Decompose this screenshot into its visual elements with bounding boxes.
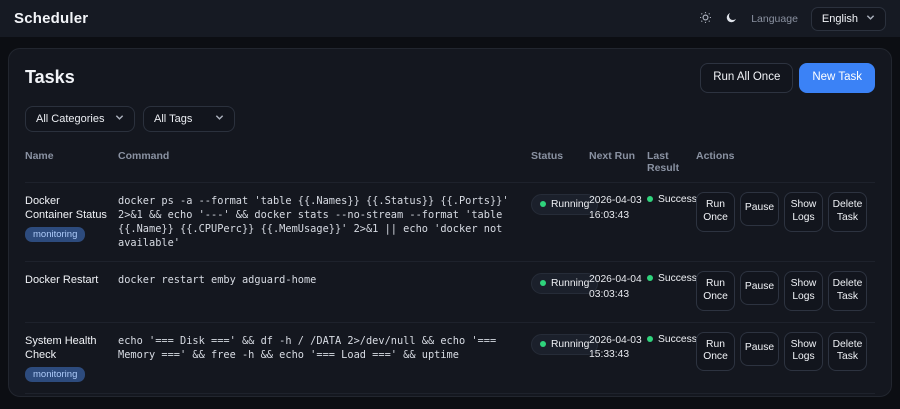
tag-filter-value: All Tags — [154, 113, 192, 125]
status-label: Running — [551, 199, 589, 210]
next-run-cell: 2026-04-04 03:03:43 — [589, 262, 647, 322]
status-cell: Running — [531, 262, 589, 322]
task-command: find /tmp -type f -mtime +7 -delete 2>/d… — [118, 394, 531, 397]
next-run-cell: 2026-04-03 15:33:43 — [589, 323, 647, 394]
status-label: Running — [551, 339, 589, 350]
topbar-controls: Language English — [699, 7, 886, 31]
tasks-card-header: Tasks Run All Once New Task — [25, 63, 875, 93]
table-row: Docker Container Status monitoring docke… — [25, 183, 875, 262]
tasks-title: Tasks — [25, 67, 75, 88]
show-logs-button[interactable]: Show Logs — [784, 332, 823, 372]
pause-button[interactable]: Pause — [740, 192, 779, 226]
next-run-time: 03:03:43 — [589, 288, 639, 303]
last-result-cell: Success — [647, 394, 696, 397]
task-tag-badge: monitoring — [25, 227, 85, 242]
table-row: Docker Restart docker restart emby adgua… — [25, 262, 875, 323]
task-actions: Run OncePauseShow LogsDelete Task — [696, 394, 875, 397]
delete-task-button[interactable]: Delete Task — [828, 192, 867, 232]
status-dot-icon — [540, 341, 546, 347]
delete-task-button[interactable]: Delete Task — [828, 332, 867, 372]
last-result-badge: Success — [647, 194, 688, 205]
chevron-down-icon — [215, 113, 224, 125]
moon-icon — [725, 11, 738, 27]
status-dot-icon — [540, 280, 546, 286]
next-run-time: 15:33:43 — [589, 348, 639, 363]
chevron-down-icon — [115, 113, 124, 125]
app-title: Scheduler — [14, 10, 88, 27]
task-name: Docker Restart — [25, 273, 110, 287]
status-cell: Running — [531, 323, 589, 394]
table-row: Cleanup Temp Files maintenance find /tmp… — [25, 394, 875, 397]
pause-button[interactable]: Pause — [740, 271, 779, 305]
column-header-last-result: Last Result — [647, 140, 696, 182]
column-header-command: Command — [118, 140, 531, 182]
task-command: docker restart emby adguard-home — [118, 262, 531, 322]
last-result-label: Success — [658, 334, 697, 345]
last-result-cell: Success — [647, 183, 696, 261]
result-dot-icon — [647, 336, 653, 342]
category-filter-value: All Categories — [36, 113, 104, 125]
next-run-date: 2026-04-03 — [589, 194, 639, 209]
run-once-button[interactable]: Run Once — [696, 271, 735, 311]
last-result-label: Success — [658, 273, 697, 284]
tasks-table: Name Command Status Next Run Last Result… — [25, 140, 875, 397]
column-header-actions: Actions — [696, 140, 875, 182]
last-result-cell: Success — [647, 262, 696, 322]
name-cell: Cleanup Temp Files maintenance — [25, 394, 118, 397]
status-dot-icon — [540, 201, 546, 207]
show-logs-button[interactable]: Show Logs — [784, 192, 823, 232]
task-name: Docker Container Status — [25, 194, 110, 223]
column-header-next-run: Next Run — [589, 140, 647, 182]
name-cell: System Health Check monitoring — [25, 323, 118, 394]
result-dot-icon — [647, 275, 653, 281]
language-select[interactable]: English — [811, 7, 886, 31]
task-actions: Run OncePauseShow LogsDelete Task — [696, 262, 875, 322]
run-once-button[interactable]: Run Once — [696, 192, 735, 232]
column-header-name: Name — [25, 140, 118, 182]
next-run-date: 2026-04-04 — [589, 273, 639, 288]
category-filter-select[interactable]: All Categories — [25, 106, 135, 132]
table-row: System Health Check monitoring echo '===… — [25, 323, 875, 395]
result-dot-icon — [647, 196, 653, 202]
task-actions: Run OncePauseShow LogsDelete Task — [696, 183, 875, 261]
last-result-badge: Success — [647, 334, 688, 345]
task-command: echo '=== Disk ===' && df -h / /DATA 2>/… — [118, 323, 531, 394]
name-cell: Docker Restart — [25, 262, 118, 322]
delete-task-button[interactable]: Delete Task — [828, 271, 867, 311]
filters: All Categories All Tags — [25, 106, 875, 132]
chevron-down-icon — [866, 13, 875, 25]
new-task-button[interactable]: New Task — [799, 63, 875, 93]
last-result-badge: Success — [647, 273, 688, 284]
next-run-cell: 2026-04-04 04:00:00 — [589, 394, 647, 397]
task-actions: Run OncePauseShow LogsDelete Task — [696, 323, 875, 394]
task-command: docker ps -a --format 'table {{.Names}} … — [118, 183, 531, 261]
name-cell: Docker Container Status monitoring — [25, 183, 118, 261]
theme-dark-toggle[interactable] — [725, 11, 738, 27]
table-header-row: Name Command Status Next Run Last Result… — [25, 140, 875, 183]
pause-button[interactable]: Pause — [740, 332, 779, 366]
run-once-button[interactable]: Run Once — [696, 332, 735, 372]
language-label: Language — [751, 13, 798, 25]
task-name: System Health Check — [25, 334, 110, 363]
run-all-once-button[interactable]: Run All Once — [700, 63, 793, 93]
topbar: Scheduler Language English — [0, 0, 900, 37]
language-select-value: English — [822, 13, 858, 25]
show-logs-button[interactable]: Show Logs — [784, 271, 823, 311]
tag-filter-select[interactable]: All Tags — [143, 106, 235, 132]
column-header-status: Status — [531, 140, 589, 182]
sun-icon — [699, 11, 712, 27]
last-result-label: Success — [658, 194, 697, 205]
theme-light-toggle[interactable] — [699, 11, 712, 27]
status-label: Running — [551, 278, 589, 289]
next-run-time: 16:03:43 — [589, 209, 639, 224]
tasks-card: Tasks Run All Once New Task All Categori… — [8, 48, 892, 397]
task-rows: Docker Container Status monitoring docke… — [25, 183, 875, 397]
tasks-header-buttons: Run All Once New Task — [700, 63, 875, 93]
task-tag-badge: monitoring — [25, 367, 85, 382]
next-run-cell: 2026-04-03 16:03:43 — [589, 183, 647, 261]
status-cell: Running — [531, 183, 589, 261]
status-cell: Running — [531, 394, 589, 397]
last-result-cell: Success — [647, 323, 696, 394]
next-run-date: 2026-04-03 — [589, 334, 639, 349]
